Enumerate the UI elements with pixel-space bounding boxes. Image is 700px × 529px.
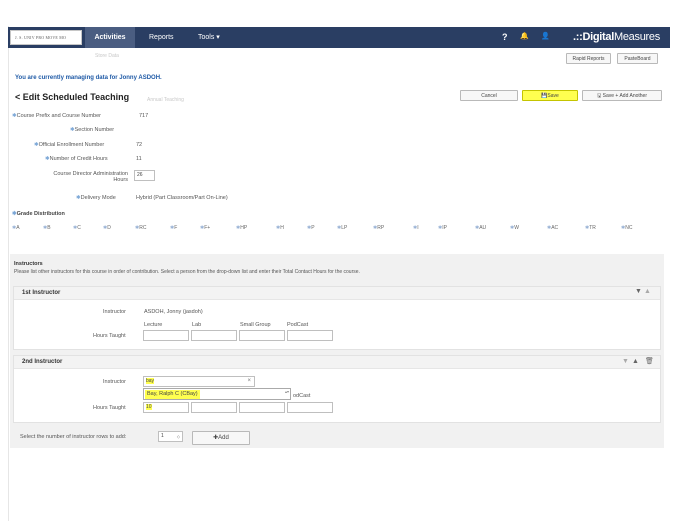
- instructor-input-text: bay: [146, 378, 155, 384]
- faint-annual-teaching: Annual Teaching: [147, 97, 184, 103]
- grade-item[interactable]: ✱TR: [585, 225, 596, 231]
- grade-item[interactable]: ✱RP: [373, 225, 384, 231]
- tab-reports[interactable]: Reports: [149, 27, 174, 48]
- move-down-icon[interactable]: ▼: [622, 358, 629, 365]
- tab-activities[interactable]: Activities: [85, 27, 135, 48]
- page-title: < Edit Scheduled Teaching: [15, 92, 130, 102]
- first-lab-input[interactable]: [191, 330, 237, 341]
- grade-item[interactable]: ✱HP: [236, 225, 247, 231]
- grade-item[interactable]: ✱D: [103, 225, 111, 231]
- first-instructor-label: Instructor: [103, 309, 126, 315]
- grade-item[interactable]: ✱IP: [438, 225, 447, 231]
- second-lab-input[interactable]: [191, 402, 237, 413]
- instructors-title: Instructors: [14, 261, 43, 267]
- pasteboard-button[interactable]: PasteBoard: [617, 53, 658, 64]
- first-instructor-heading: 1st Instructor: [14, 287, 660, 300]
- rows-select[interactable]: 1 ◇: [158, 431, 183, 442]
- director-hours-label: Course Director Administration Hours: [53, 171, 128, 183]
- dropdown-option[interactable]: Bay, Ralph C (CBay): [145, 390, 200, 399]
- first-instructor-panel: 1st Instructor: [13, 286, 661, 350]
- help-icon[interactable]: ?: [502, 32, 508, 42]
- faint-store-data: Store Data: [95, 53, 119, 59]
- second-small-group-input[interactable]: [239, 402, 285, 413]
- first-podcast-input[interactable]: [287, 330, 333, 341]
- save-add-another-button[interactable]: 🖫 Save + Add Another: [582, 90, 662, 101]
- second-instructor-heading: 2nd Instructor: [14, 356, 660, 369]
- director-hours-input[interactable]: 26: [134, 170, 155, 181]
- delivery-mode-value: Hybrid (Part Classroom/Part On-Line): [136, 195, 228, 201]
- enrollment-label: ✱Official Enrollment Number: [34, 142, 105, 148]
- add-rows-label: Select the number of instructor rows to …: [20, 434, 127, 440]
- cancel-button[interactable]: Cancel: [460, 90, 518, 101]
- enrollment-value: 72: [136, 142, 143, 148]
- instructor-dropdown: Bay, Ralph C (CBay) ▴▾: [143, 388, 291, 400]
- course-prefix-value: 717: [139, 113, 149, 119]
- grade-item[interactable]: ✱A: [12, 225, 20, 231]
- move-down-icon[interactable]: ▼: [635, 288, 642, 295]
- grade-distribution-label: ✱Grade Distribution: [12, 211, 65, 217]
- second-instructor-panel: 2nd Instructor: [13, 355, 661, 423]
- grade-item[interactable]: ✱W: [510, 225, 519, 231]
- second-podcast-input[interactable]: [287, 402, 333, 413]
- institution-logo[interactable]: J. S. UNIV PRO MOVE MO: [10, 30, 82, 45]
- digital-measures-logo: .::DigitalMeasures: [573, 30, 660, 44]
- grade-item[interactable]: ✱LP: [337, 225, 347, 231]
- brand-rest: Measures: [614, 31, 660, 43]
- chevron-down-icon: ◇: [176, 434, 180, 439]
- col-small-group: Small Group: [240, 322, 271, 328]
- credit-hours-value: 11: [136, 156, 142, 162]
- delivery-mode-label: ✱Delivery Mode: [76, 195, 116, 201]
- trash-icon[interactable]: 🗑: [645, 357, 654, 365]
- rapid-reports-button[interactable]: Rapid Reports: [566, 53, 611, 64]
- grade-item[interactable]: ✱F: [170, 225, 177, 231]
- managing-notice: You are currently managing data for Jonn…: [15, 75, 162, 81]
- first-hours-label: Hours Taught: [93, 333, 126, 339]
- add-rows-button[interactable]: ✚Add: [192, 431, 250, 445]
- tab-tools[interactable]: Tools ▾: [198, 27, 220, 48]
- col-lab: Lab: [192, 322, 202, 328]
- top-nav-bar: J. S. UNIV PRO MOVE MO Activities Report…: [8, 27, 670, 48]
- grade-item[interactable]: ✱I: [413, 225, 419, 231]
- grade-item[interactable]: ✱RC: [135, 225, 146, 231]
- move-up-icon[interactable]: ▲: [644, 288, 651, 295]
- col-lecture: Lecture: [144, 322, 163, 328]
- second-instructor-label: Instructor: [103, 379, 126, 385]
- second-hours-label: Hours Taught: [93, 405, 126, 411]
- second-lecture-input[interactable]: 10: [143, 402, 189, 413]
- brand-bold: .::Digital: [573, 31, 614, 43]
- first-small-group-input[interactable]: [239, 330, 285, 341]
- logo-text: J. S. UNIV PRO MOVE MO: [15, 35, 67, 40]
- grade-item[interactable]: ✱F+: [200, 225, 210, 231]
- course-prefix-label: ✱Course Prefix and Course Number: [12, 113, 101, 119]
- scroll-arrows-icon[interactable]: ▴▾: [285, 389, 289, 394]
- grade-item[interactable]: ✱H: [276, 225, 284, 231]
- save-button[interactable]: 💾Save: [522, 90, 578, 101]
- grade-item[interactable]: ✱C: [73, 225, 81, 231]
- grade-item[interactable]: ✱NC: [621, 225, 632, 231]
- col-podcast: PodCast: [287, 322, 309, 328]
- credit-hours-label: ✱Number of Credit Hours: [45, 156, 108, 162]
- grade-item[interactable]: ✱AC: [547, 225, 558, 231]
- notifications-icon[interactable]: 🔔: [520, 32, 529, 42]
- col-podcast-partial: odCast: [293, 393, 311, 399]
- first-lecture-input[interactable]: [143, 330, 189, 341]
- first-instructor-value: ASDOH, Jonny (jasdoh): [144, 309, 203, 315]
- grade-item[interactable]: ✱P: [307, 225, 315, 231]
- clear-icon[interactable]: ×: [247, 377, 251, 386]
- user-icon[interactable]: 👤: [541, 32, 550, 42]
- section-number-label: ✱Section Number: [70, 127, 115, 133]
- grade-item[interactable]: ✱B: [43, 225, 51, 231]
- second-instructor-input[interactable]: bay ×: [143, 376, 255, 387]
- instructors-description: Please list other instructors for this c…: [14, 269, 360, 275]
- move-up-icon[interactable]: ▲: [632, 358, 639, 365]
- grade-item[interactable]: ✱AU: [475, 225, 486, 231]
